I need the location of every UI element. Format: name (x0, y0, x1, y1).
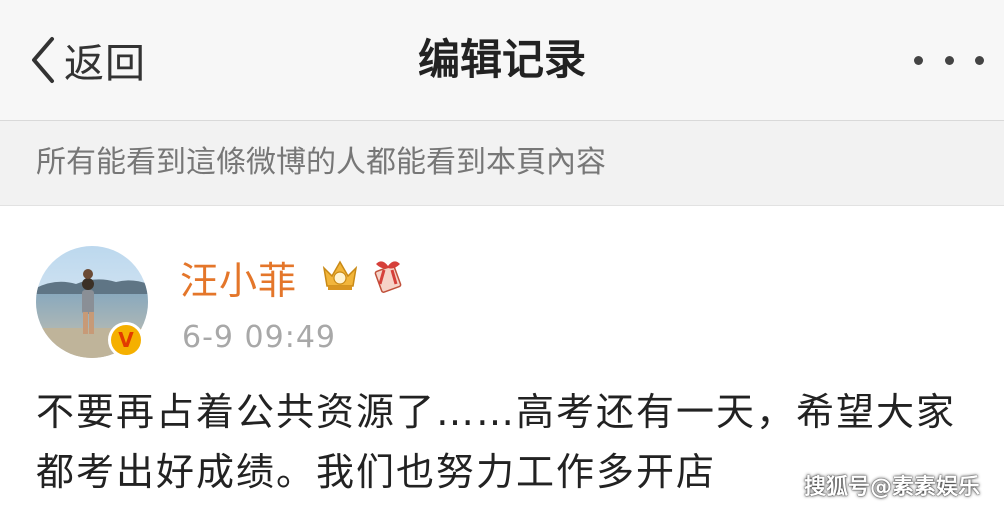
page-title: 编辑记录 (417, 35, 586, 84)
top-navigation-bar: 返回 编辑记录 (0, 0, 1004, 121)
more-dot (944, 55, 954, 65)
back-button[interactable]: 返回 (30, 30, 146, 90)
verified-badge-icon: V (108, 322, 144, 358)
more-options-button[interactable] (914, 40, 984, 80)
more-dots-icon (914, 55, 923, 65)
vip-crown-icon[interactable] (320, 256, 360, 296)
gift-badge-icon[interactable] (366, 254, 408, 300)
chevron-left-icon (30, 36, 56, 84)
username-link[interactable]: 汪小菲 (180, 250, 297, 305)
visibility-notice: 所有能看到這條微博的人都能看到本頁內容 (0, 121, 1004, 206)
weibo-post: V 汪小菲 6-9 09:49 不要再占着公共资源了……高考还有一天，希望大家都… (0, 206, 1004, 511)
visibility-notice-text: 所有能看到這條微博的人都能看到本頁內容 (36, 145, 606, 180)
watermark: 搜狐号@素素娱乐 (803, 475, 980, 500)
more-dot (975, 55, 984, 65)
post-timestamp: 6-9 09:49 (182, 320, 336, 355)
back-label: 返回 (64, 41, 146, 87)
